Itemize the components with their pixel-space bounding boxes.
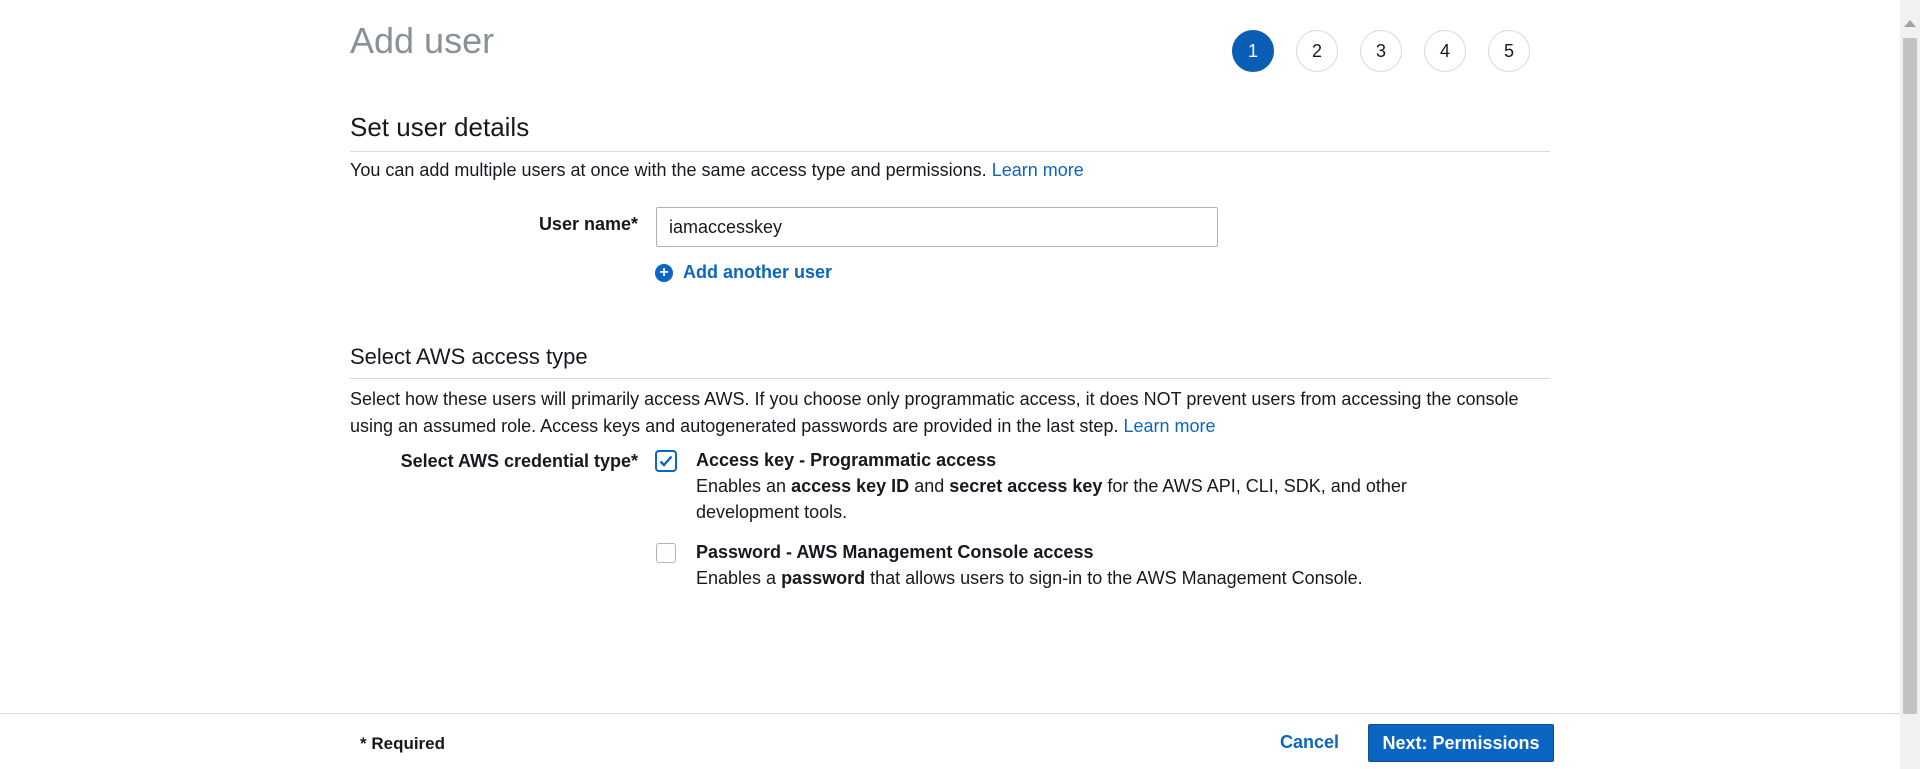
password-desc-part: that allows users to sign-in to the AWS … — [865, 568, 1363, 588]
secret-access-key-bold: secret access key — [949, 476, 1103, 496]
access-key-checkbox[interactable] — [656, 451, 676, 471]
scrollbar-thumb[interactable] — [1903, 38, 1917, 714]
step-3[interactable]: 3 — [1360, 30, 1402, 72]
page-title: Add user — [350, 20, 495, 61]
username-input[interactable] — [656, 207, 1218, 247]
access-key-id-bold: access key ID — [791, 476, 910, 496]
password-checkbox[interactable] — [656, 543, 676, 563]
learn-more-link[interactable]: Learn more — [992, 160, 1084, 180]
access-type-description-text: Select how these users will primarily ac… — [350, 389, 1519, 436]
username-label: User name* — [538, 214, 638, 234]
add-user-page: Add user 1 2 3 4 5 Set user details You … — [0, 0, 1920, 769]
access-key-desc-part: Enables an — [696, 476, 792, 496]
password-description: Enables a password that allows users to … — [696, 565, 1416, 591]
add-another-user-label: Add another user — [683, 262, 833, 282]
access-key-desc-part: and — [909, 476, 950, 496]
user-details-description-text: You can add multiple users at once with … — [350, 160, 987, 180]
access-key-description: Enables an access key ID and secret acce… — [696, 473, 1416, 525]
scrollbar[interactable] — [1900, 0, 1920, 769]
add-another-user-button[interactable]: + Add another user — [655, 262, 832, 283]
credential-type-label: Select AWS credential type* — [400, 451, 638, 471]
password-text: Password - AWS Management Console access… — [696, 539, 1416, 591]
step-4[interactable]: 4 — [1424, 30, 1466, 72]
next-permissions-button[interactable]: Next: Permissions — [1368, 724, 1554, 762]
password-title: Password - AWS Management Console access — [696, 542, 1094, 562]
step-5[interactable]: 5 — [1488, 30, 1530, 72]
access-key-text: Access key - Programmatic access Enables… — [696, 447, 1416, 525]
access-type-description: Select how these users will primarily ac… — [350, 386, 1550, 440]
set-user-details-heading: Set user details — [350, 112, 1550, 152]
password-bold: password — [781, 568, 866, 588]
plus-circle-icon: + — [655, 263, 673, 282]
checkmark-icon — [659, 455, 673, 467]
access-key-title: Access key - Programmatic access — [696, 450, 997, 470]
password-desc-part: Enables a — [696, 568, 782, 588]
footer-bar: * Required Cancel Next: Permissions — [0, 713, 1900, 769]
access-type-learn-more-link[interactable]: Learn more — [1123, 416, 1215, 436]
wizard-steps: 1 2 3 4 5 — [1232, 30, 1530, 72]
access-type-heading: Select AWS access type — [350, 344, 1550, 379]
cancel-button[interactable]: Cancel — [1280, 732, 1339, 753]
scroll-up-arrow-icon[interactable] — [1904, 20, 1916, 27]
step-2[interactable]: 2 — [1296, 30, 1338, 72]
step-1[interactable]: 1 — [1232, 30, 1274, 72]
required-note: * Required — [360, 734, 446, 753]
user-details-description: You can add multiple users at once with … — [350, 157, 1550, 184]
